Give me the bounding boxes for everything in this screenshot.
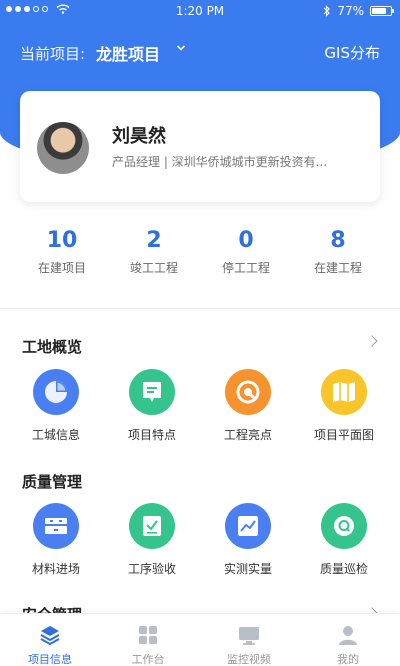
grid-item-label: 工序验收 [127, 562, 176, 576]
tab-label: 项目信息 [28, 653, 72, 666]
stat-value: 8 [330, 228, 346, 253]
monitor-icon [238, 624, 260, 646]
profile-card[interactable]: 刘昊然 产品经理 | 深圳华侨城城市更新投资有... [20, 91, 380, 202]
grid-item-quality-inspection[interactable]: 质量巡检 [304, 503, 384, 577]
chevron-down-icon[interactable] [176, 43, 186, 53]
grid-item-project-features[interactable]: 项目特点 [112, 369, 192, 443]
bottom-tab-bar: 项目信息 工作台 监控视频 我的 [0, 613, 400, 666]
user-icon [337, 624, 359, 646]
user-name: 刘昊然 [112, 126, 166, 147]
grid-item-materials[interactable]: 材料进场 [16, 503, 96, 577]
avatar [37, 122, 89, 174]
line-chart-icon [225, 503, 271, 549]
stat-value: 10 [46, 228, 78, 253]
project-prefix-label: 当前项目: [20, 45, 86, 63]
map-icon [321, 369, 367, 415]
bookmark-icon [129, 369, 175, 415]
tab-mine[interactable]: 我的 [298, 624, 398, 666]
grid-item-process-acceptance[interactable]: 工序验收 [112, 503, 192, 577]
tab-workbench[interactable]: 工作台 [98, 624, 198, 666]
stat-value: 2 [146, 228, 162, 253]
materials-icon [33, 503, 79, 549]
grid-icon [137, 624, 159, 646]
divider [0, 308, 400, 309]
project-selector[interactable]: 龙胜项目 [96, 41, 160, 65]
section-title-site-overview: 工地概览 [22, 338, 83, 356]
tab-label: 工作台 [131, 653, 165, 666]
chevron-right-icon[interactable] [366, 335, 378, 347]
stat-suspended[interactable]: 0 停工工程 [196, 228, 296, 276]
pie-chart-icon [33, 369, 79, 415]
stat-value: 0 [238, 228, 254, 253]
grid-item-label: 质量巡检 [319, 562, 368, 576]
stat-ongoing-projects[interactable]: 10 在建项目 [12, 228, 112, 276]
stat-label: 在建工程 [313, 261, 362, 275]
grid-item-label: 实测实量 [223, 562, 272, 576]
stat-ongoing-works[interactable]: 8 在建工程 [288, 228, 388, 276]
tab-label: 我的 [337, 653, 359, 666]
stat-label: 停工工程 [221, 261, 270, 275]
checklist-icon [129, 503, 175, 549]
grid-item-label: 材料进场 [31, 562, 80, 576]
battery-icon [370, 6, 394, 16]
stat-label: 在建项目 [37, 261, 86, 275]
user-role: 产品经理 | 深圳华侨城城市更新投资有... [112, 155, 328, 169]
stat-completed[interactable]: 2 竣工工程 [104, 228, 204, 276]
grid-item-label: 工城信息 [31, 428, 80, 442]
grid-item-label: 项目平面图 [313, 428, 374, 442]
status-bar: 1:20 PM 77% [0, 0, 400, 22]
inspect-icon [321, 503, 367, 549]
tab-label: 监控视频 [227, 653, 271, 666]
gis-distribution-button[interactable]: GIS分布 [324, 42, 380, 63]
stats-row: 10 在建项目 2 竣工工程 0 停工工程 8 在建工程 [0, 228, 400, 288]
grid-item-measurement[interactable]: 实测实量 [208, 503, 288, 577]
bluetooth-icon [323, 5, 331, 17]
grid-item-site-plan[interactable]: 项目平面图 [304, 369, 384, 443]
grid-item-label: 项目特点 [127, 428, 176, 442]
highlight-icon [225, 369, 271, 415]
battery-level [372, 8, 386, 14]
stat-label: 竣工工程 [129, 261, 178, 275]
grid-item-label: 工程亮点 [223, 428, 272, 442]
grid-item-site-info[interactable]: 工城信息 [16, 369, 96, 443]
battery-percent: 77% [337, 4, 364, 18]
layers-icon [39, 624, 61, 646]
tab-project-info[interactable]: 项目信息 [0, 624, 100, 666]
grid-item-highlights[interactable]: 工程亮点 [208, 369, 288, 443]
section-title-quality: 质量管理 [22, 473, 83, 491]
tab-monitoring[interactable]: 监控视频 [199, 624, 299, 666]
top-nav: 当前项目: 龙胜项目 GIS分布 [0, 38, 400, 66]
